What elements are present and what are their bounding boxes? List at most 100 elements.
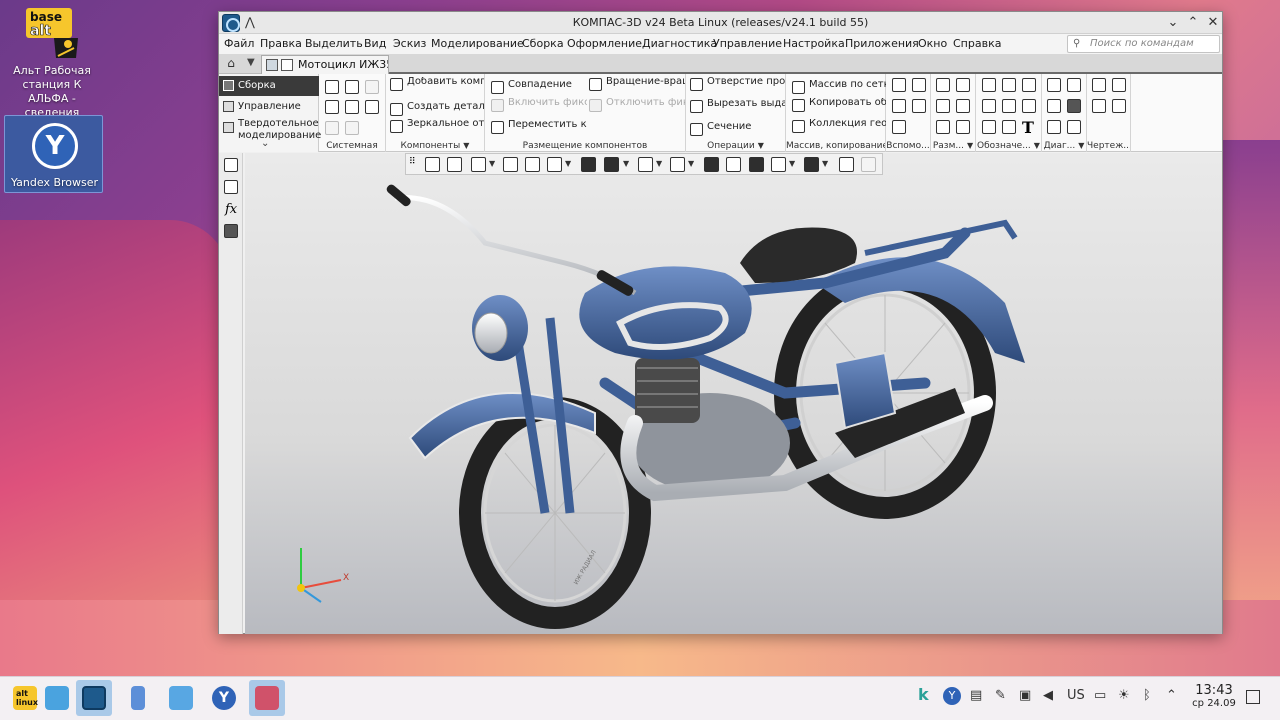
preview-icon[interactable] [345, 100, 359, 114]
coord-system-icon[interactable] [912, 99, 926, 113]
taskbar-screenshot-button[interactable] [249, 680, 285, 716]
taskbar-desktop-button[interactable] [39, 680, 75, 716]
distance-icon[interactable] [1067, 78, 1081, 92]
ribbon-group-label[interactable]: Диаг... ▼ [1042, 141, 1086, 151]
save-as-icon[interactable] [365, 100, 379, 114]
new-file-icon[interactable] [325, 80, 339, 94]
linear-dim-icon[interactable] [936, 78, 950, 92]
hide-icon[interactable] [638, 157, 653, 172]
orientation-icon[interactable] [547, 157, 562, 172]
keyboard-layout-indicator[interactable]: US [1067, 688, 1085, 703]
chevron-down-icon[interactable]: ▼ [656, 159, 662, 168]
axes-icon[interactable] [425, 157, 440, 172]
check-icon[interactable] [1047, 120, 1061, 134]
rotation-button[interactable]: Вращение-вращение [589, 77, 685, 99]
create-part-button[interactable]: Создать деталь [390, 102, 484, 116]
command-search-input[interactable]: ⚲ Поиск по командам (Alt+/) [1067, 35, 1220, 65]
menu-view[interactable]: Вид [364, 37, 386, 50]
menu-applications[interactable]: Приложения [845, 37, 919, 50]
associative-view-icon[interactable] [1112, 99, 1126, 113]
section-view-icon[interactable] [726, 157, 741, 172]
chevron-down-icon[interactable]: ▼ [688, 159, 694, 168]
save-icon[interactable] [365, 80, 379, 94]
start-menu-button[interactable]: alt linux [7, 680, 43, 716]
menu-window[interactable]: Окно [918, 37, 947, 50]
mass-icon[interactable] [1067, 99, 1081, 113]
3d-viewport[interactable]: ⠿ ▼ ▼ ▼ ▼ ▼ ▼ ▼ ИЖ РАДИАЛ X [245, 153, 1222, 634]
measure-icon[interactable] [1047, 78, 1061, 92]
diameter-dim-icon[interactable] [936, 99, 950, 113]
home-icon[interactable]: ⌂ [221, 56, 241, 72]
toolbar-set-management[interactable]: Управление [219, 97, 319, 117]
menu-settings[interactable]: Настройка [783, 37, 845, 50]
yandex-tray-icon[interactable]: Y [943, 687, 961, 705]
clipboard-icon[interactable]: ▤ [970, 688, 982, 703]
roughness-icon[interactable] [982, 99, 996, 113]
network-icon[interactable]: ▣ [1019, 688, 1031, 703]
chevron-down-icon[interactable]: ▼ [489, 159, 495, 168]
filter-icon[interactable] [804, 157, 819, 172]
menu-management[interactable]: Управление [713, 37, 782, 50]
drawing-sheet-icon[interactable] [1112, 78, 1126, 92]
menu-select[interactable]: Выделить [305, 37, 363, 50]
menu-drafting[interactable]: Оформление [567, 37, 642, 50]
enable-fix-button[interactable]: Включить фиксацию [491, 98, 587, 120]
chevron-down-icon[interactable]: ⌄ [261, 138, 269, 149]
document-tab[interactable]: Мотоцикл ИЖ35... [261, 55, 389, 74]
dim-edit-icon[interactable] [956, 120, 970, 134]
geometry-collection-button[interactable]: Коллекция геометрии [792, 119, 886, 141]
coincidence-button[interactable]: Совпадение [491, 80, 587, 94]
menu-help[interactable]: Справка [953, 37, 1001, 50]
k-app-tray-icon[interactable]: k [918, 685, 929, 704]
toolbar-set-solid-modeling[interactable]: Твердотельное моделирование [219, 118, 321, 141]
undo-icon[interactable] [325, 121, 339, 135]
minimize-button[interactable]: ⌄ [1164, 14, 1182, 32]
taskbar-kompas-button[interactable] [76, 680, 112, 716]
model-tree-icon[interactable] [224, 158, 238, 172]
taskbar-file-manager-button[interactable] [163, 680, 199, 716]
menu-assembly[interactable]: Сборка [522, 37, 564, 50]
display-icon[interactable]: ▭ [1094, 688, 1106, 703]
projection-icon[interactable] [1092, 99, 1106, 113]
pan-icon[interactable] [525, 157, 540, 172]
axis-icon[interactable] [892, 78, 906, 92]
position-icon[interactable] [1002, 78, 1016, 92]
move-component-button[interactable]: Переместить компонент [491, 120, 587, 142]
show-desktop-button[interactable] [1246, 690, 1260, 704]
menu-file[interactable]: Файл [224, 37, 254, 50]
cut-extrude-button[interactable]: Вырезать выдавливанием [690, 99, 785, 121]
visibility-icon[interactable] [670, 157, 685, 172]
menu-sketch[interactable]: Эскиз [393, 37, 426, 50]
title-bar[interactable]: ⋀ КОМПАС-3D v24 Beta Linux (releases/v24… [219, 12, 1222, 34]
iso-view-icon[interactable] [581, 157, 596, 172]
layers-icon[interactable] [224, 224, 238, 238]
weld-icon[interactable] [982, 120, 996, 134]
perspective-icon[interactable] [704, 157, 719, 172]
zoom-icon[interactable] [471, 157, 486, 172]
ribbon-group-label[interactable]: Операции ▼ [686, 141, 785, 151]
ribbon-group-label[interactable]: Компоненты ▼ [386, 141, 484, 151]
brightness-icon[interactable]: ☀ [1118, 688, 1130, 703]
menu-modeling[interactable]: Моделирование [431, 37, 524, 50]
display-mode-icon[interactable] [749, 157, 764, 172]
chevron-down-icon[interactable]: ▼ [623, 159, 629, 168]
zoom-frame-icon[interactable] [447, 157, 462, 172]
menu-edit[interactable]: Правка [260, 37, 302, 50]
properties-icon[interactable] [224, 180, 238, 194]
chevron-down-icon[interactable]: ▼ [822, 159, 828, 168]
menu-diagnostics[interactable]: Диагностика [642, 37, 717, 50]
pencil-icon[interactable] [861, 157, 876, 172]
chevron-down-icon[interactable]: ▼ [565, 159, 571, 168]
close-button[interactable]: ✕ [1204, 14, 1222, 32]
desktop-icon-yandex-browser[interactable]: Y Yandex Browser [4, 115, 103, 193]
print-icon[interactable] [325, 100, 339, 114]
taskbar-yandex-button[interactable]: Y [206, 680, 242, 716]
variables-icon[interactable]: fx [225, 202, 237, 217]
chevron-down-icon[interactable]: ▼ [789, 159, 795, 168]
taskbar-files-button[interactable] [120, 680, 156, 716]
base-icon[interactable] [1022, 78, 1036, 92]
angle-dim-icon[interactable] [956, 99, 970, 113]
toolbar-set-assembly[interactable]: Сборка [219, 76, 319, 96]
redo-icon[interactable] [345, 121, 359, 135]
bluetooth-icon[interactable]: ᛒ [1143, 688, 1151, 703]
